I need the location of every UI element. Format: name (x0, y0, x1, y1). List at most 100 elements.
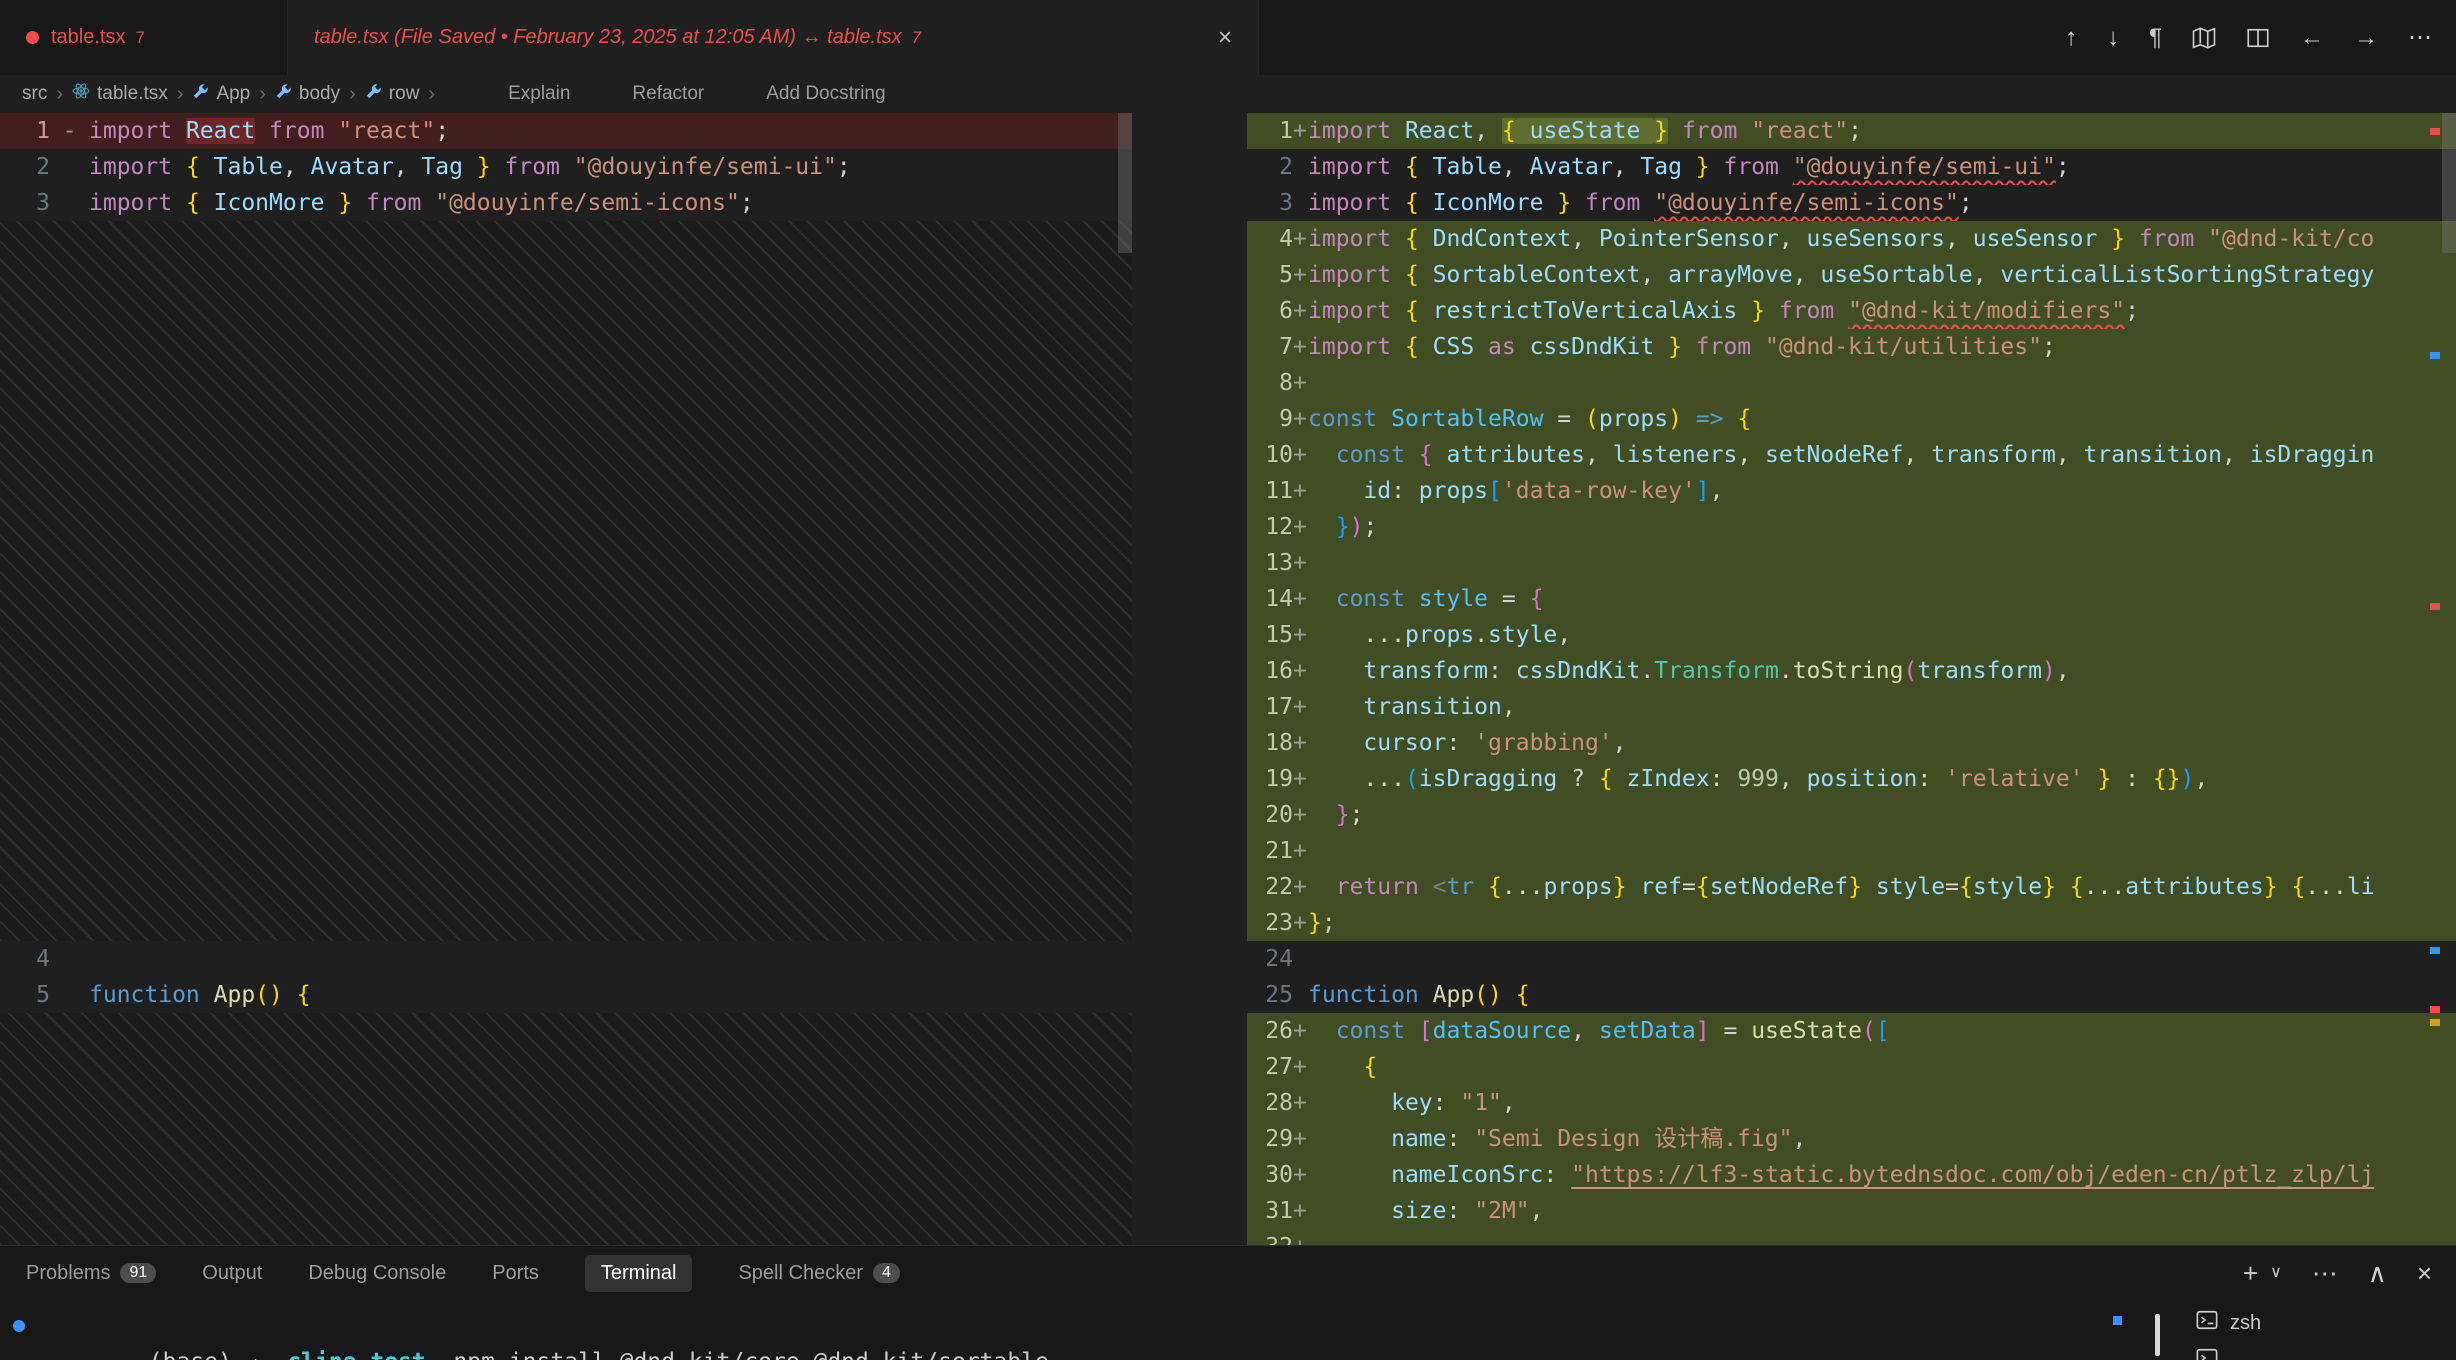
code-line[interactable]: 14+ const style = { (1247, 581, 2456, 617)
breadcrumb-label: App (216, 83, 250, 105)
diff-right-pane[interactable]: 1+import React, { useState } from "react… (1247, 113, 2456, 1245)
diff-sign: + (1293, 257, 1308, 293)
editor-split-sash[interactable] (1132, 113, 1247, 1245)
code-line[interactable]: 24 (1247, 941, 2456, 977)
scrollbar-thumb[interactable] (1118, 113, 1132, 253)
code-line[interactable]: 7+import { CSS as cssDndKit } from "@dnd… (1247, 329, 2456, 365)
code-line[interactable]: 3import { IconMore } from "@douyinfe/sem… (1247, 185, 2456, 221)
terminal-tab-secondary[interactable] (2170, 1342, 2456, 1360)
terminal-view[interactable]: (base) → cline-test npm install @dnd-kit… (0, 1300, 2456, 1360)
diff-filler-region (0, 221, 1132, 941)
code-line[interactable]: 15+ ...props.style, (1247, 617, 2456, 653)
code-line[interactable]: 22+ return <tr {...props} ref={setNodeRe… (1247, 869, 2456, 905)
command-decoration-icon[interactable] (13, 1320, 25, 1332)
code-line[interactable]: 18+ cursor: 'grabbing', (1247, 725, 2456, 761)
split-editor-icon[interactable] (2246, 26, 2270, 50)
code-text: function App() { (1308, 977, 2456, 1013)
code-line[interactable]: 3import { IconMore } from "@douyinfe/sem… (0, 185, 1132, 221)
panel-tab-output[interactable]: Output (202, 1262, 262, 1285)
tab-diff-table-tsx[interactable]: table.tsx (File Saved • February 23, 202… (288, 0, 1259, 75)
code-line[interactable]: 19+ ...(isDragging ? { zIndex: 999, posi… (1247, 761, 2456, 797)
code-text: import { Table, Avatar, Tag } from "@dou… (89, 149, 1132, 185)
code-text: size: "2M", (1308, 1193, 2456, 1229)
diff-sign (1293, 941, 1308, 977)
code-line[interactable]: 10+ const { attributes, listeners, setNo… (1247, 437, 2456, 473)
code-line[interactable]: 27+ { (1247, 1049, 2456, 1085)
code-line[interactable]: 5function App() { (0, 977, 1132, 1013)
whitespace-toggle-icon[interactable]: ¶ (2149, 26, 2162, 50)
code-line[interactable]: 4 (0, 941, 1132, 977)
panel-tab-ports[interactable]: Ports (492, 1262, 539, 1285)
code-line[interactable]: 8+ (1247, 365, 2456, 401)
map-icon[interactable] (2192, 26, 2216, 50)
code-line[interactable]: 17+ transition, (1247, 689, 2456, 725)
symbol-wrench-icon (192, 83, 209, 106)
code-line[interactable]: 2import { Table, Avatar, Tag } from "@do… (1247, 149, 2456, 185)
new-terminal-icon[interactable]: + (2243, 1260, 2258, 1286)
diff-filler-region (0, 1013, 1132, 1245)
diff-left-pane[interactable]: 1-import React from "react";2import { Ta… (0, 113, 1132, 1245)
diff-sign: + (1293, 293, 1308, 329)
code-line[interactable]: 32+ (1247, 1229, 2456, 1245)
line-number: 18 (1247, 725, 1293, 761)
explain-action[interactable]: Explain (508, 83, 570, 105)
code-line[interactable]: 28+ key: "1", (1247, 1085, 2456, 1121)
code-line[interactable]: 12+ }); (1247, 509, 2456, 545)
breadcrumb-item-body[interactable]: body (275, 83, 340, 106)
close-icon[interactable]: × (1188, 24, 1232, 52)
ruler-mark (2430, 603, 2440, 610)
code-line[interactable]: 30+ nameIconSrc: "https://lf3-static.byt… (1247, 1157, 2456, 1193)
code-line[interactable]: 5+import { SortableContext, arrayMove, u… (1247, 257, 2456, 293)
breadcrumb-item-app[interactable]: App (192, 83, 250, 106)
code-line[interactable]: 21+ (1247, 833, 2456, 869)
diff-sign (50, 977, 89, 1013)
breadcrumb-label: table.tsx (97, 83, 168, 105)
code-line[interactable]: 2import { Table, Avatar, Tag } from "@do… (0, 149, 1132, 185)
code-line[interactable]: 26+ const [dataSource, setData] = useSta… (1247, 1013, 2456, 1049)
add-docstring-action[interactable]: Add Docstring (766, 83, 885, 105)
code-line[interactable]: 23+}; (1247, 905, 2456, 941)
panel-tab-label: Spell Checker (738, 1262, 863, 1285)
line-number: 14 (1247, 581, 1293, 617)
diff-sign: + (1293, 401, 1308, 437)
code-text (1308, 1229, 2456, 1245)
code-line[interactable]: 16+ transform: cssDndKit.Transform.toStr… (1247, 653, 2456, 689)
scrollbar-thumb[interactable] (2442, 113, 2456, 253)
code-line[interactable]: 11+ id: props['data-row-key'], (1247, 473, 2456, 509)
terminal-tabs-scrollbar[interactable] (2155, 1314, 2160, 1356)
refactor-action[interactable]: Refactor (632, 83, 704, 105)
code-line[interactable]: 29+ name: "Semi Design 设计稿.fig", (1247, 1121, 2456, 1157)
code-line[interactable]: 13+ (1247, 545, 2456, 581)
chevron-right-icon: › (428, 83, 435, 106)
next-change-icon[interactable]: ↓ (2107, 26, 2119, 50)
code-line[interactable]: 9+const SortableRow = (props) => { (1247, 401, 2456, 437)
breadcrumb-item-file[interactable]: table.tsx (72, 82, 168, 106)
code-line[interactable]: 25function App() { (1247, 977, 2456, 1013)
maximize-panel-icon[interactable]: ∧ (2368, 1260, 2387, 1286)
terminal-profile-chevron-icon[interactable]: ∨ (2270, 1265, 2282, 1281)
previous-change-icon[interactable]: ↑ (2065, 26, 2077, 50)
back-icon[interactable]: ← (2300, 26, 2324, 50)
panel-tab-spell-checker[interactable]: Spell Checker 4 (738, 1262, 899, 1285)
line-number: 4 (0, 941, 50, 977)
code-line[interactable]: 6+import { restrictToVerticalAxis } from… (1247, 293, 2456, 329)
panel-tab-terminal[interactable]: Terminal (585, 1255, 693, 1292)
breadcrumb-item-row[interactable]: row (365, 83, 420, 106)
code-line[interactable]: 1+import React, { useState } from "react… (1247, 113, 2456, 149)
code-text: function App() { (89, 977, 1132, 1013)
more-actions-icon[interactable]: ⋯ (2408, 26, 2432, 50)
code-line[interactable]: 4+import { DndContext, PointerSensor, us… (1247, 221, 2456, 257)
code-line[interactable]: 31+ size: "2M", (1247, 1193, 2456, 1229)
code-actions: Explain Refactor Add Docstring (508, 83, 885, 105)
code-line[interactable]: 20+ }; (1247, 797, 2456, 833)
code-line[interactable]: 1-import React from "react"; (0, 113, 1132, 149)
modified-dot-icon[interactable] (26, 31, 39, 44)
panel-more-actions-icon[interactable]: ⋯ (2312, 1260, 2338, 1286)
panel-tab-problems[interactable]: Problems 91 (26, 1262, 156, 1285)
breadcrumb-item-src[interactable]: src (22, 83, 47, 105)
terminal-tab-zsh[interactable]: zsh (2170, 1304, 2456, 1342)
panel-tab-debug-console[interactable]: Debug Console (308, 1262, 446, 1285)
tab-table-tsx[interactable]: table.tsx 7 (0, 0, 288, 75)
forward-icon[interactable]: → (2354, 26, 2378, 50)
close-panel-icon[interactable]: × (2417, 1260, 2432, 1286)
